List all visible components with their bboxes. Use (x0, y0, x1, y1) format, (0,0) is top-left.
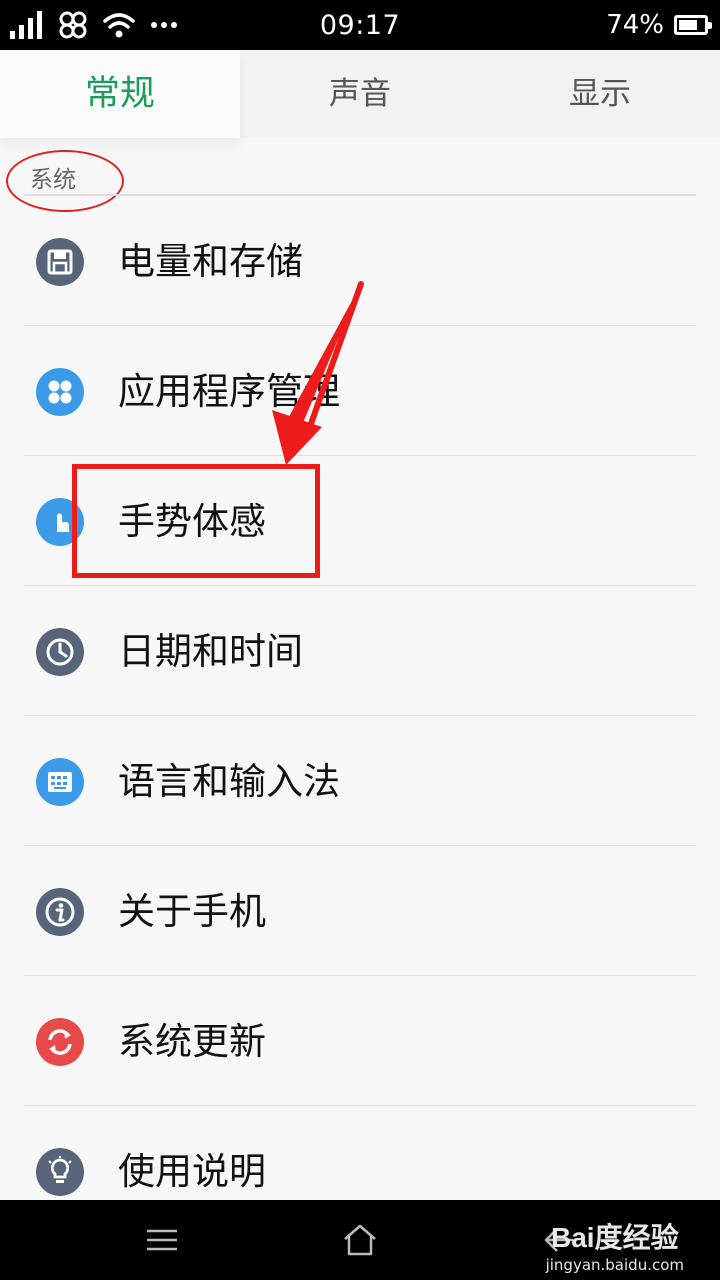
tab-sound[interactable]: 声音 (240, 50, 480, 138)
navigation-bar: Bai度经验 jingyan.baidu.com (0, 1200, 720, 1280)
bulb-icon (36, 1148, 84, 1196)
status-bar: 09:17 74% (0, 0, 720, 50)
keyboard-icon (36, 758, 84, 806)
baidu-watermark: Bai度经验 jingyan.baidu.com (546, 1216, 684, 1274)
settings-list: 电量和存储 应用程序管理 手势体感 日期和时间 语言和输入法 关于手机 系统更新… (0, 196, 720, 1236)
list-item-label: 应用程序管理 (118, 370, 340, 413)
battery-percent: 74% (606, 10, 664, 40)
watermark-main: Bai度经验 (551, 1222, 679, 1253)
status-right: 74% (606, 0, 712, 50)
menu-icon (147, 1229, 177, 1251)
info-icon (36, 888, 84, 936)
home-button[interactable] (334, 1214, 386, 1266)
list-item-label: 日期和时间 (118, 630, 303, 673)
update-icon (36, 1018, 84, 1066)
settings-tabs: 常规 声音 显示 (0, 50, 720, 138)
watermark-sub: jingyan.baidu.com (545, 1256, 684, 1274)
battery-icon (674, 15, 712, 35)
list-item-language[interactable]: 语言和输入法 (0, 716, 720, 846)
tab-display[interactable]: 显示 (480, 50, 720, 138)
home-icon (344, 1224, 376, 1256)
list-item-datetime[interactable]: 日期和时间 (0, 586, 720, 716)
tab-general[interactable]: 常规 (0, 50, 240, 138)
list-item-label: 语言和输入法 (118, 760, 340, 803)
clock-icon (36, 628, 84, 676)
list-item-label: 系统更新 (118, 1020, 266, 1063)
list-item-update[interactable]: 系统更新 (0, 976, 720, 1106)
apps-icon (36, 368, 84, 416)
storage-icon (36, 238, 84, 286)
list-item-about[interactable]: 关于手机 (0, 846, 720, 976)
annotation-box (72, 464, 320, 578)
list-item-label: 关于手机 (118, 890, 266, 933)
list-item-storage[interactable]: 电量和存储 (0, 196, 720, 326)
list-item-label: 电量和存储 (118, 240, 303, 283)
menu-button[interactable] (136, 1214, 188, 1266)
list-item-apps[interactable]: 应用程序管理 (0, 326, 720, 456)
